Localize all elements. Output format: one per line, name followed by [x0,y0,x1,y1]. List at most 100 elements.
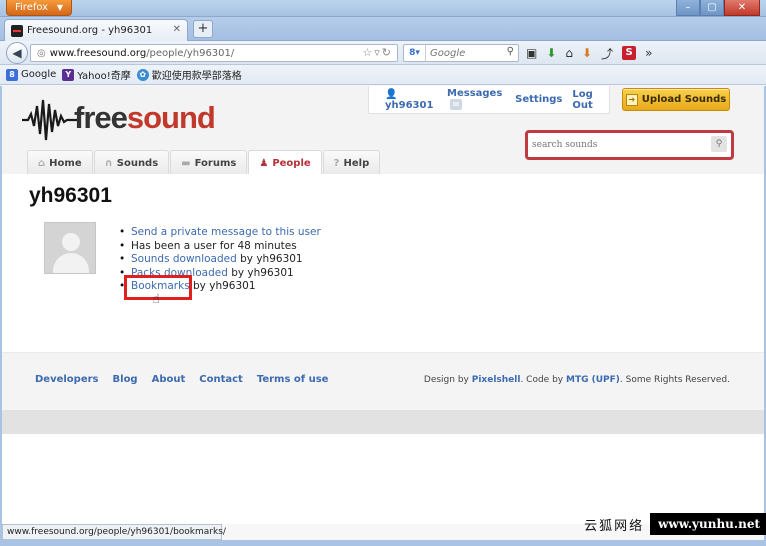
speech-bubble-icon: ▬ [181,157,191,169]
tab-home[interactable]: ⌂ Home [27,150,93,175]
bookmark-blog[interactable]: ✿ 歡迎使用款學部落格 [136,67,242,82]
share-icon[interactable]: ⤴ [601,45,613,62]
home-icon: ⌂ [38,157,46,169]
bookmark-label: Yahoo!奇摩 [77,71,131,82]
close-icon[interactable]: ✕ [724,0,760,16]
tab-label: Help [343,157,370,169]
user-bar: 👤yh96301 Messages✉ Settings Log Out [368,86,610,114]
tab-sounds[interactable]: ∩ Sounds [93,150,170,175]
blog-icon: ✿ [136,68,149,81]
firefox-menu-button[interactable]: Firefox ▼ [6,0,72,16]
avatar-head [62,233,80,251]
footer-band [2,410,764,434]
window-controls: – ▢ ✕ [676,0,760,16]
bookmark-label: 歡迎使用款學部落格 [151,71,242,82]
footer-link-contact[interactable]: Contact [199,374,243,385]
footer-credit: Design by Pixelshell. Code by MTG (UPF).… [424,375,730,385]
site-footer: Developers Blog About Contact Terms of u… [2,352,764,410]
footer-link-developers[interactable]: Developers [35,374,99,385]
sounds-downloaded-link[interactable]: Sounds downloaded [131,253,237,265]
by-user-text: by yh96301 [236,253,303,265]
search-icon[interactable]: ⚲ [507,46,514,57]
messages-label: Messages [447,88,503,100]
tab-label: Home [49,157,82,169]
upload-label: Upload Sounds [641,94,727,105]
url-path: /people/yh96301/ [146,47,235,59]
window-border-bottom [0,540,766,546]
tab-label: Sounds [116,157,159,169]
watermark-url: www.yunhu.net [650,513,766,535]
toolbar-icons: ▣ ⬇ ⌂ ⬇ ⤴ S » [526,44,652,62]
credit-suffix: . Some Rights Reserved. [619,375,730,385]
bookmark-star-icon[interactable]: ☆▿↻ [362,46,393,59]
maximize-icon[interactable]: ▢ [700,0,724,16]
back-icon[interactable]: ◀ [6,42,28,64]
bookmark-google[interactable]: 8 Google [6,68,57,81]
status-bar: www.freesound.org/people/yh96301/bookmar… [2,524,226,540]
credit-prefix: Design by [423,375,472,385]
footer-link-blog[interactable]: Blog [113,374,138,385]
tab-strip: Freesound.org - yh96301 ✕ + [0,17,766,41]
bookmark-label: Google [21,69,57,80]
browser-search-input[interactable] [426,47,500,59]
tab-people[interactable]: ♟ People [248,150,322,176]
footer-link-about[interactable]: About [152,374,186,385]
tab-label: People [272,158,311,169]
by-user-text: by yh96301 [227,266,294,279]
search-sounds-input[interactable] [532,137,712,153]
page-title: yh96301 [29,184,112,207]
user-icon: 👤 [385,88,398,100]
user-name: yh96301 [385,99,434,111]
bookmark-yahoo[interactable]: Y Yahoo!奇摩 [62,67,131,82]
browser-tab[interactable]: Freesound.org - yh96301 ✕ [4,19,188,41]
headphones-icon: ∩ [104,157,113,169]
list-item: Sounds downloaded by yh96301 [119,253,321,267]
messages-link[interactable]: Messages✉ [447,88,505,111]
envelope-icon: ✉ [450,99,463,111]
tab-title: Freesound.org - yh96301 [27,25,153,36]
profile-content: yh96301 Send a private message to this u… [2,174,764,352]
freesound-logo[interactable]: freesound [22,96,216,142]
google-engine-icon[interactable]: 8▾ [404,45,426,61]
avatar [44,222,96,274]
window-titlebar: Firefox ▼ – ▢ ✕ [0,0,766,17]
freesound-favicon-icon [11,24,23,37]
page-viewport: freesound 👤yh96301 Messages✉ Settings Lo… [2,86,764,524]
download-icon[interactable]: ⬇ [546,46,556,60]
waveform-icon [22,99,78,141]
new-tab-button[interactable]: + [193,20,213,38]
help-icon: ? [333,157,340,169]
window-border-left [0,86,2,540]
url-host: www.freesound.org [49,47,147,59]
user-link[interactable]: 👤yh96301 [385,89,437,111]
tab-help[interactable]: ? Help [322,150,381,175]
settings-link[interactable]: Settings [515,94,562,105]
globe-icon: ◎ [37,47,46,59]
bookmarks-menu-icon[interactable]: ▣ [526,46,537,60]
search-sounds-box: ⚲ [525,130,734,160]
by-user-text: by yh96301 [189,280,256,292]
minimize-icon[interactable]: – [676,0,700,16]
logo-wordmark: freesound [74,100,216,135]
upload-sounds-button[interactable]: ➔ Upload Sounds [622,88,730,111]
overflow-menu-icon[interactable]: » [645,46,652,60]
avatar-body [53,253,89,273]
search-icon[interactable]: ⚲ [711,136,727,152]
s-addon-icon[interactable]: S [622,46,637,60]
pixelshell-link[interactable]: Pixelshell [472,375,521,385]
watermark: 云狐网络 www.yunhu.net [584,512,766,536]
mtg-link[interactable]: MTG (UPF) [566,375,620,385]
send-message-link[interactable]: Send a private message to this user [131,226,321,238]
tab-forums[interactable]: ▬ Forums [170,150,248,175]
addon-download-icon[interactable]: ⬇ [582,46,592,60]
list-item: Has been a user for 48 minutes [119,240,321,254]
close-tab-icon[interactable]: ✕ [173,24,181,35]
upload-icon: ➔ [625,93,638,106]
firefox-menu-label: Firefox [15,2,49,13]
home-icon[interactable]: ⌂ [565,46,573,60]
footer-link-terms[interactable]: Terms of use [257,374,329,385]
logout-link[interactable]: Log Out [572,89,609,111]
address-bar[interactable]: ◎ www.freesound.org/people/yh96301/ ☆▿↻ [30,44,398,62]
bookmarks-toolbar: 8 Google Y Yahoo!奇摩 ✿ 歡迎使用款學部落格 [0,65,766,85]
browser-search-bar[interactable]: 8▾ ⚲ [403,44,519,62]
